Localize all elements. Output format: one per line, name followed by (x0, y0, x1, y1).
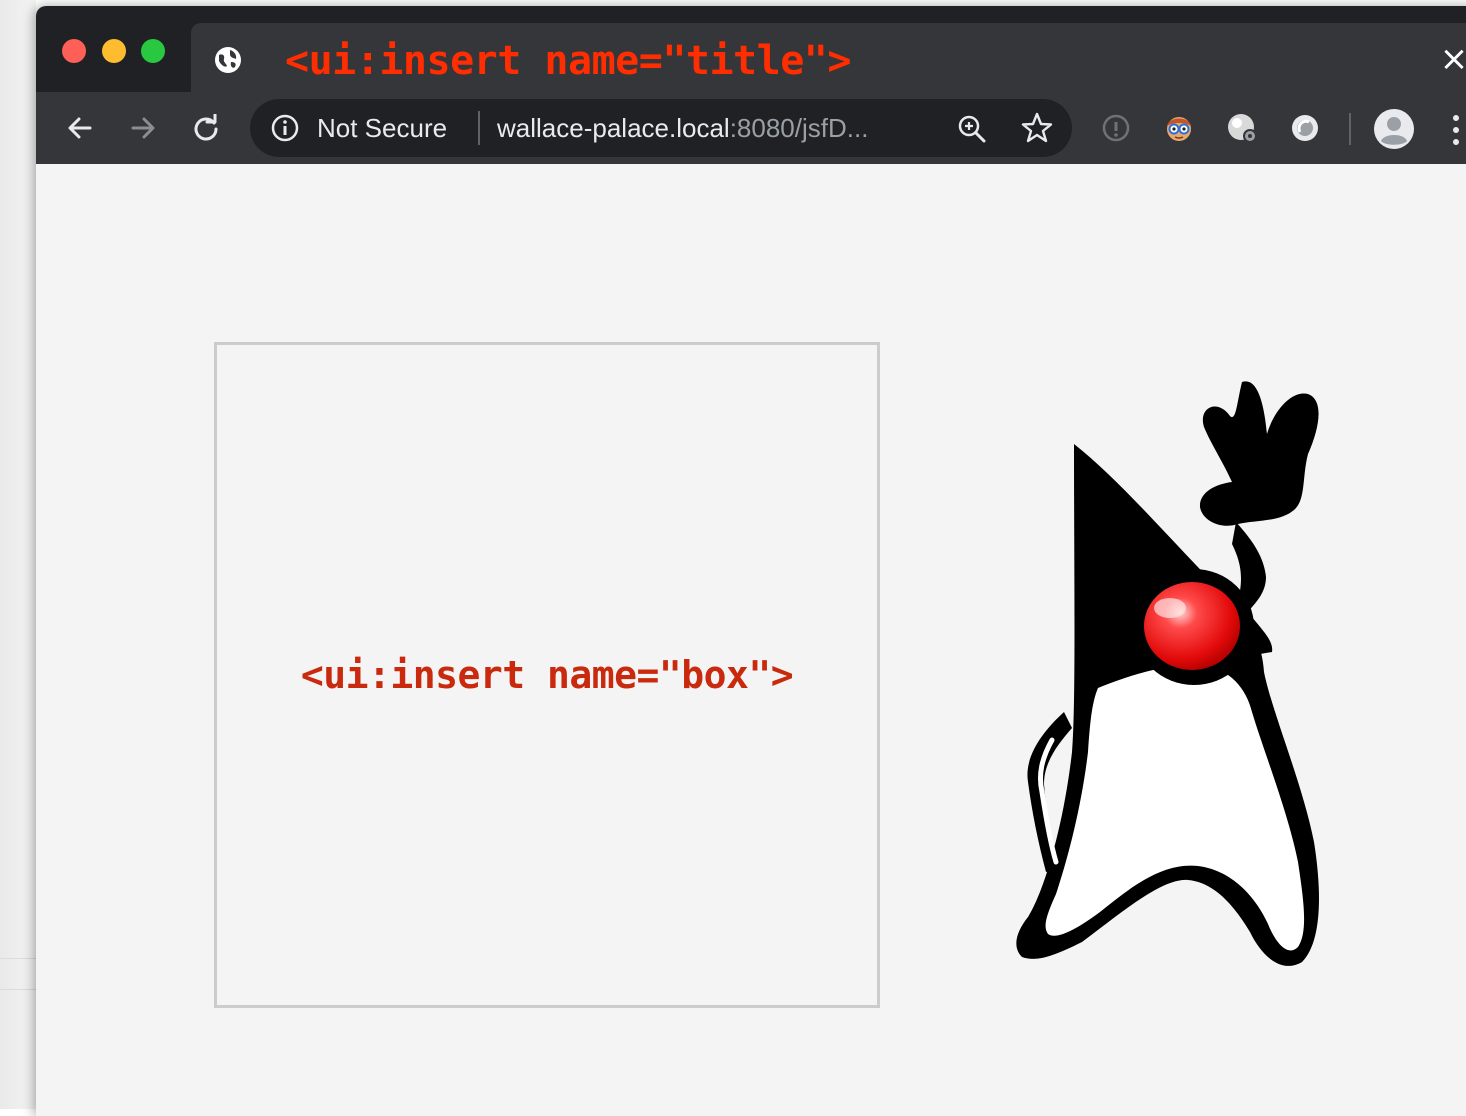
desktop-divider (0, 958, 36, 959)
bookmark-star-icon[interactable] (1020, 111, 1054, 145)
zoom-icon[interactable] (956, 113, 988, 145)
extension-info-icon[interactable] (1100, 112, 1132, 144)
arrow-right-icon (131, 117, 155, 139)
desktop-divider (0, 989, 36, 990)
active-tab[interactable]: <ui:insert name="title"> × (191, 23, 1466, 92)
browser-window: <ui:insert name="title"> × Not Secure wa… (36, 6, 1466, 1116)
desktop-background (0, 0, 36, 1109)
page-content: <ui:insert name="box"> (36, 164, 1466, 1116)
reload-button[interactable] (184, 106, 228, 150)
more-menu-icon[interactable] (1446, 112, 1466, 148)
url-text[interactable]: wallace-palace.local:8080/jsfD... (497, 112, 868, 144)
arrow-left-icon (68, 117, 92, 139)
extension-gray-badge-icon[interactable] (1226, 112, 1258, 144)
globe-icon (215, 47, 241, 73)
close-window-button[interactable] (62, 39, 86, 63)
toolbar-divider (1349, 113, 1351, 145)
reload-icon (194, 114, 218, 141)
extension-circle-icon[interactable] (1289, 112, 1321, 144)
minimize-window-button[interactable] (102, 39, 126, 63)
address-bar[interactable]: Not Secure wallace-palace.local:8080/jsf… (250, 99, 1072, 157)
url-host: wallace-palace.local (497, 113, 730, 143)
profile-avatar-icon[interactable] (1373, 108, 1415, 150)
address-divider (478, 111, 480, 145)
duke-mascot-image (1016, 381, 1319, 966)
forward-button[interactable] (121, 106, 165, 150)
back-button[interactable] (58, 106, 102, 150)
tab-title: <ui:insert name="title"> (285, 38, 851, 84)
maximize-window-button[interactable] (141, 39, 165, 63)
box-placeholder-label: <ui:insert name="box"> (300, 653, 794, 697)
close-tab-button[interactable]: × (1439, 39, 1466, 79)
url-path: :8080/jsfD... (729, 113, 869, 143)
info-icon[interactable] (270, 113, 300, 143)
title-bar: <ui:insert name="title"> × (36, 6, 1466, 92)
browser-toolbar: Not Secure wallace-palace.local:8080/jsf… (36, 92, 1466, 164)
content-box: <ui:insert name="box"> (214, 342, 880, 1008)
extension-glasses-face-icon[interactable] (1163, 112, 1195, 144)
security-status-text[interactable]: Not Secure (317, 112, 447, 144)
